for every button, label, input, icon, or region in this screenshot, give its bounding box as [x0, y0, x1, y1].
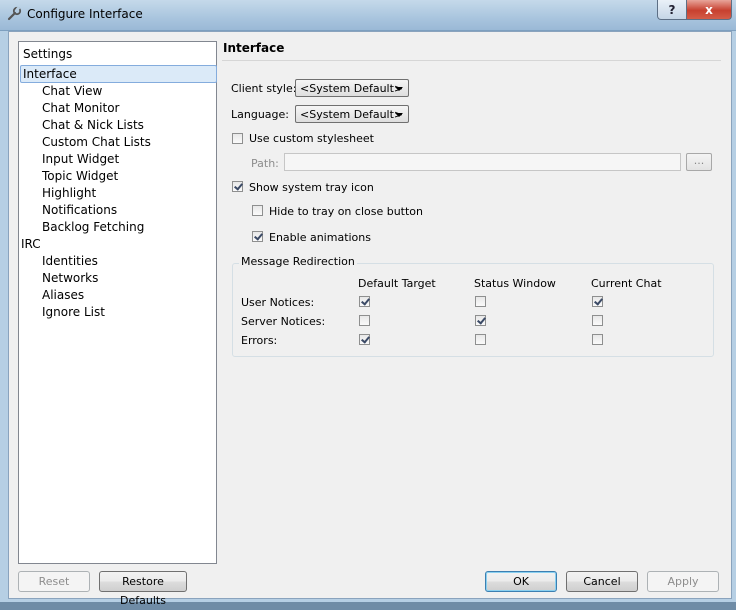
- animations-label: Enable animations: [269, 231, 371, 244]
- configure-interface-window: Configure Interface ? x Settings Interfa…: [0, 0, 736, 607]
- language-combo[interactable]: <System Default>: [295, 105, 409, 123]
- tree-item-backlog-fetching[interactable]: Backlog Fetching: [42, 219, 144, 235]
- errors-status-checkbox[interactable]: [475, 334, 486, 345]
- apply-button[interactable]: Apply: [647, 571, 719, 592]
- tree-item-topic-widget[interactable]: Topic Widget: [42, 168, 118, 184]
- tree-item-chat-monitor[interactable]: Chat Monitor: [42, 100, 119, 116]
- column-current-chat: Current Chat: [591, 277, 662, 290]
- column-status-window: Status Window: [474, 277, 556, 290]
- server-notices-default-checkbox[interactable]: [359, 315, 370, 326]
- errors-default-checkbox[interactable]: [359, 334, 370, 345]
- tree-item-ignore-list[interactable]: Ignore List: [42, 304, 105, 320]
- system-tray-checkbox[interactable]: [232, 181, 243, 192]
- user-notices-current-checkbox[interactable]: [592, 296, 603, 307]
- wrench-icon: [7, 6, 22, 21]
- chevron-down-icon: [395, 87, 403, 91]
- chevron-down-icon: [395, 113, 403, 117]
- restore-defaults-button[interactable]: Restore Defaults: [99, 571, 187, 607]
- window-title: Configure Interface: [27, 7, 143, 21]
- dialog-client-area: Settings Interface Chat View Chat Monito…: [8, 31, 732, 607]
- custom-stylesheet-checkbox[interactable]: [232, 133, 243, 144]
- tree-item-highlight[interactable]: Highlight: [42, 185, 96, 201]
- tree-item-identities[interactable]: Identities: [42, 253, 98, 269]
- column-default-target: Default Target: [358, 277, 436, 290]
- hide-to-tray-checkbox[interactable]: [252, 205, 263, 216]
- custom-stylesheet-label: Use custom stylesheet: [249, 132, 374, 145]
- row-label-server-notices: Server Notices:: [241, 315, 326, 328]
- server-notices-status-checkbox[interactable]: [475, 315, 486, 326]
- row-label-errors: Errors:: [241, 334, 278, 347]
- help-button[interactable]: ?: [657, 0, 687, 20]
- path-input[interactable]: [284, 153, 681, 171]
- reset-button[interactable]: Reset: [18, 571, 90, 592]
- errors-current-checkbox[interactable]: [592, 334, 603, 345]
- language-label: Language:: [231, 108, 289, 121]
- ok-button[interactable]: OK: [485, 571, 557, 592]
- user-notices-status-checkbox[interactable]: [475, 296, 486, 307]
- close-button[interactable]: x: [686, 0, 732, 20]
- user-notices-default-checkbox[interactable]: [359, 296, 370, 307]
- tree-item-chat-nick-lists[interactable]: Chat & Nick Lists: [42, 117, 144, 133]
- hide-to-tray-label: Hide to tray on close button: [269, 205, 424, 218]
- tree-item-networks[interactable]: Networks: [42, 270, 98, 286]
- tree-item-custom-chat-lists[interactable]: Custom Chat Lists: [42, 134, 151, 150]
- system-tray-label: Show system tray icon: [249, 181, 374, 194]
- message-redirection-title: Message Redirection: [239, 255, 357, 268]
- row-label-user-notices: User Notices:: [241, 296, 315, 309]
- page-title: Interface: [223, 41, 285, 55]
- path-label: Path:: [251, 157, 279, 170]
- settings-tree[interactable]: Settings Interface Chat View Chat Monito…: [18, 41, 217, 564]
- client-style-combo[interactable]: <System Default>: [295, 79, 409, 97]
- tree-item-notifications[interactable]: Notifications: [42, 202, 117, 218]
- client-style-label: Client style:: [231, 82, 297, 95]
- client-style-value: <System Default>: [300, 82, 404, 95]
- title-bar[interactable]: Configure Interface ? x: [0, 0, 736, 31]
- tree-item-chat-view[interactable]: Chat View: [42, 83, 102, 99]
- language-value: <System Default>: [300, 108, 404, 121]
- tree-item-input-widget[interactable]: Input Widget: [42, 151, 119, 167]
- cancel-button[interactable]: Cancel: [566, 571, 638, 592]
- tree-item-interface[interactable]: Interface: [20, 65, 217, 83]
- tree-item-settings[interactable]: Settings: [23, 46, 72, 62]
- browse-button[interactable]: ...: [686, 153, 712, 171]
- server-notices-current-checkbox[interactable]: [592, 315, 603, 326]
- tree-item-irc[interactable]: IRC: [21, 236, 41, 252]
- title-divider: [222, 60, 721, 61]
- animations-checkbox[interactable]: [252, 231, 263, 242]
- tree-item-aliases[interactable]: Aliases: [42, 287, 84, 303]
